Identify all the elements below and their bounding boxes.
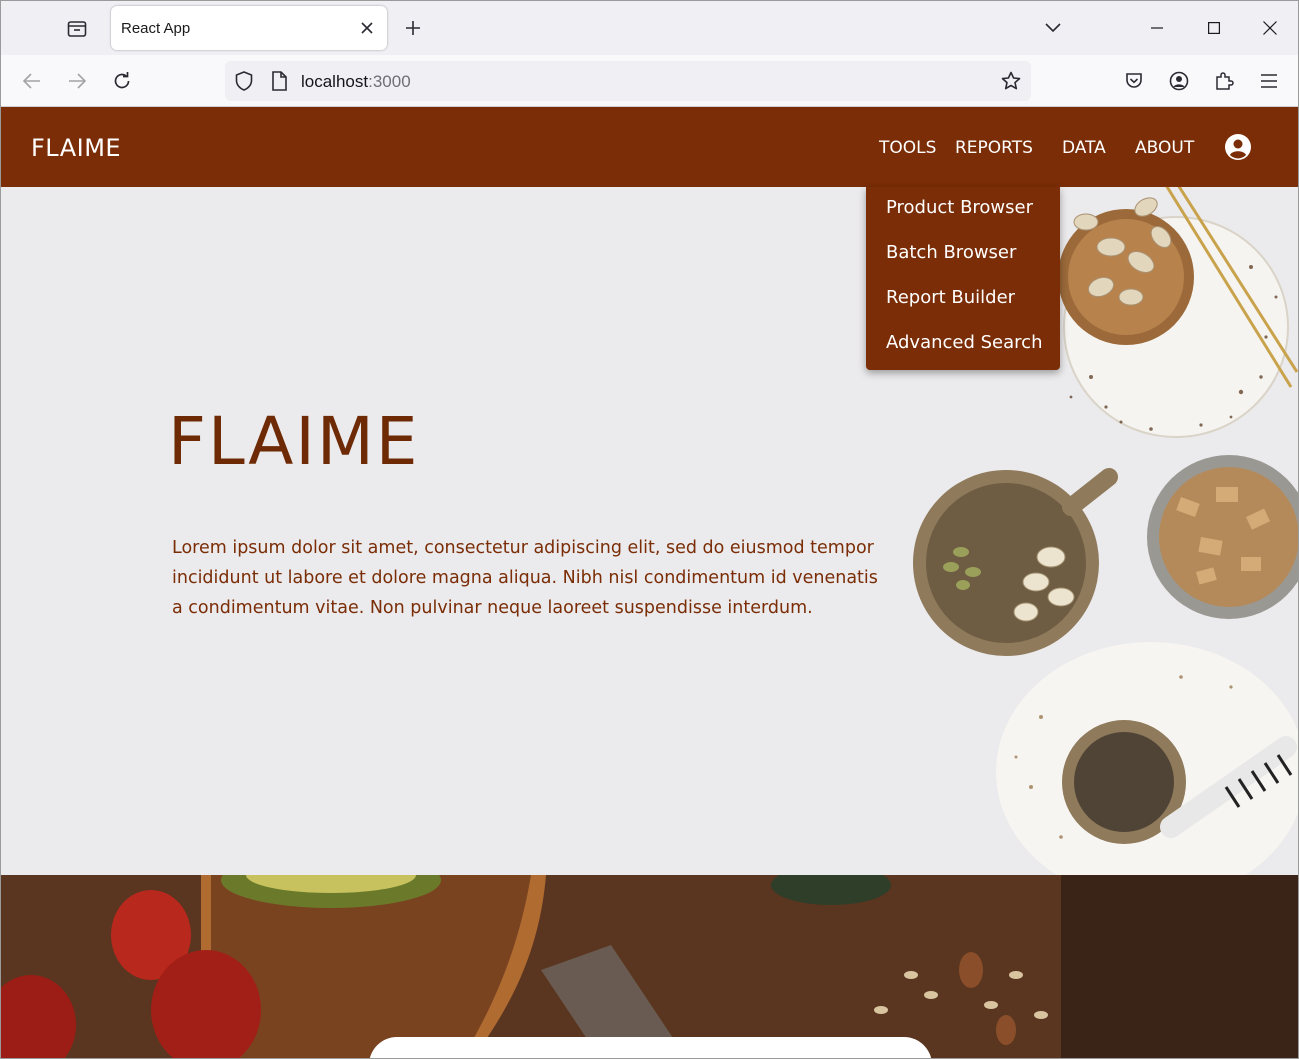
browser-toolbar: localhost:3000	[1, 55, 1298, 107]
tools-dropdown-menu: Product Browser Batch Browser Report Bui…	[866, 187, 1060, 370]
reload-button[interactable]	[106, 65, 138, 97]
menu-button[interactable]	[1253, 65, 1285, 97]
bookmark-star-icon[interactable]	[1000, 70, 1022, 92]
list-all-tabs-button[interactable]	[1039, 15, 1067, 41]
plus-icon	[406, 21, 420, 35]
nav-tools[interactable]: TOOLS	[879, 138, 936, 158]
secondary-section	[1, 875, 1298, 1058]
new-tab-button[interactable]	[399, 14, 427, 42]
nav-data[interactable]: DATA	[1062, 138, 1106, 158]
shield-icon[interactable]	[233, 70, 255, 92]
tab-list-button[interactable]	[59, 13, 95, 45]
menu-item-advanced-search[interactable]: Advanced Search	[866, 326, 1060, 371]
puzzle-icon	[1216, 72, 1234, 90]
hero-description: Lorem ipsum dolor sit amet, consectetur …	[172, 538, 878, 618]
close-icon	[361, 22, 373, 34]
arrow-left-icon	[23, 73, 40, 89]
browser-window: React App localhost:3000 FLAIME Lorem ip…	[0, 0, 1299, 1059]
nav-about[interactable]: ABOUT	[1135, 138, 1194, 158]
page-viewport: FLAIME Lorem ipsum dolor sit amet, conse…	[1, 107, 1298, 1058]
close-icon	[1263, 21, 1277, 35]
maximize-button[interactable]	[1194, 11, 1234, 45]
app-header: FLAIME TOOLS REPORTS DATA ABOUT	[1, 107, 1298, 187]
tab-close-button[interactable]	[357, 18, 377, 38]
page-icon[interactable]	[268, 70, 290, 92]
arrow-right-icon	[69, 73, 86, 89]
hero-food-photo	[913, 187, 1298, 875]
url-host: localhost	[301, 72, 369, 91]
menu-item-batch-browser[interactable]: Batch Browser	[866, 236, 1060, 281]
account-circle-icon	[1169, 71, 1189, 91]
menu-item-product-browser[interactable]: Product Browser	[866, 191, 1060, 236]
url-text[interactable]: localhost:3000	[301, 72, 411, 92]
minimize-button[interactable]	[1137, 11, 1177, 45]
hamburger-icon	[1261, 74, 1277, 88]
address-bar[interactable]: localhost:3000	[225, 61, 1031, 101]
secondary-food-photo	[1, 875, 1298, 1058]
maximize-icon	[1208, 22, 1220, 34]
reload-icon	[114, 72, 130, 89]
hero-title: FLAIME	[168, 403, 420, 480]
content-card	[369, 1037, 932, 1058]
close-window-button[interactable]	[1250, 11, 1290, 45]
active-tab[interactable]: React App	[111, 6, 387, 50]
tab-list-icon	[67, 21, 87, 37]
url-port: :3000	[368, 72, 411, 91]
minimize-icon	[1151, 27, 1163, 29]
account-circle-icon[interactable]	[1225, 134, 1251, 160]
menu-item-report-builder[interactable]: Report Builder	[866, 281, 1060, 326]
back-button[interactable]	[16, 65, 48, 97]
account-button[interactable]	[1163, 65, 1195, 97]
tab-title: React App	[121, 20, 191, 37]
pocket-icon	[1126, 73, 1142, 88]
brand-logo[interactable]: FLAIME	[31, 134, 121, 162]
forward-button[interactable]	[61, 65, 93, 97]
extensions-button[interactable]	[1208, 65, 1240, 97]
tab-strip: React App	[1, 1, 1298, 55]
chevron-down-icon	[1045, 23, 1061, 33]
pocket-button[interactable]	[1118, 65, 1150, 97]
hero-section: FLAIME Lorem ipsum dolor sit amet, conse…	[1, 187, 1298, 875]
nav-reports[interactable]: REPORTS	[955, 138, 1033, 158]
